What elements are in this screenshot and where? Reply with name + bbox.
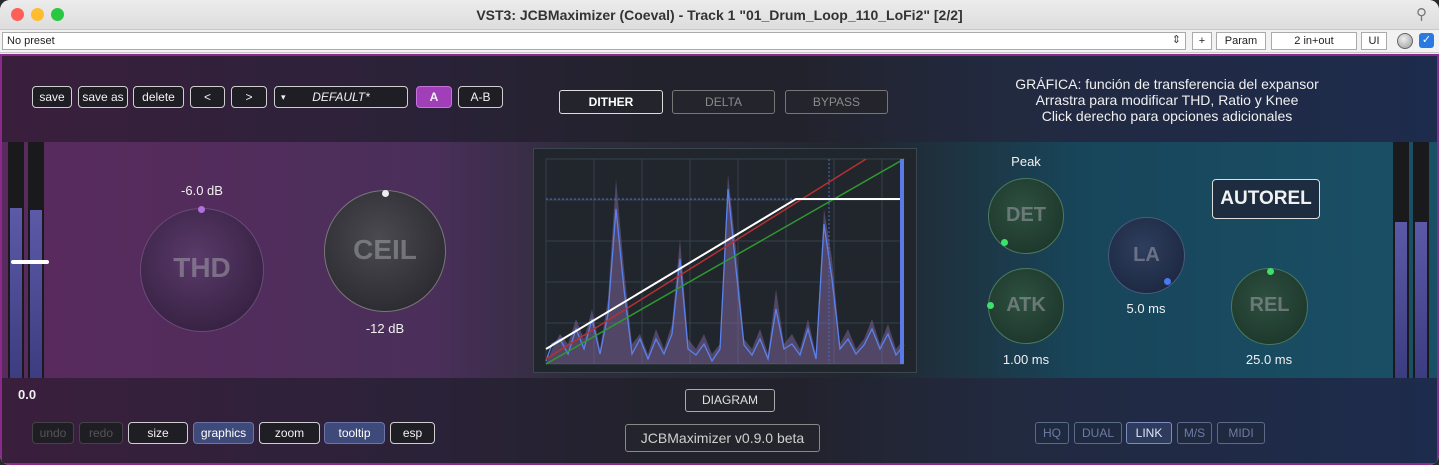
thd-label: THD xyxy=(173,252,231,283)
ceil-value: -12 dB xyxy=(365,321,405,336)
graphics-button[interactable]: graphics xyxy=(193,422,254,444)
updown-arrows-icon: ⇕ xyxy=(1171,34,1181,46)
atk-label: ATK xyxy=(1006,294,1046,316)
redo-button[interactable]: redo xyxy=(79,422,123,444)
prev-preset-button[interactable]: < xyxy=(190,86,225,108)
preset-name: DEFAULT* xyxy=(312,90,370,104)
ms-button[interactable]: M/S xyxy=(1177,422,1212,444)
title-bar: VST3: JCBMaximizer (Coeval) - Track 1 "0… xyxy=(0,0,1439,30)
hq-button[interactable]: HQ xyxy=(1035,422,1069,444)
delta-button[interactable]: DELTA xyxy=(672,90,775,114)
det-caption: Peak xyxy=(1011,154,1041,169)
preset-dropdown[interactable]: ▾ DEFAULT* xyxy=(274,86,408,108)
a-slot-button[interactable]: A xyxy=(416,86,452,108)
io-button[interactable]: 2 in+out xyxy=(1271,32,1357,50)
transfer-graph[interactable] xyxy=(533,148,917,373)
la-label: LA xyxy=(1133,244,1160,266)
graph-hint: GRÁFICA: función de transferencia del ex… xyxy=(942,76,1392,124)
det-indicator xyxy=(1001,239,1008,246)
plugin-panel: save save as delete < > ▾ DEFAULT* A A-B… xyxy=(0,54,1439,465)
version-label: JCBMaximizer v0.9.0 beta xyxy=(625,424,820,452)
ui-button[interactable]: UI xyxy=(1361,32,1387,50)
rel-value: 25.0 ms xyxy=(1245,352,1293,367)
size-button[interactable]: size xyxy=(128,422,188,444)
esp-button[interactable]: esp xyxy=(390,422,435,444)
window-title: VST3: JCBMaximizer (Coeval) - Track 1 "0… xyxy=(476,7,963,23)
param-button[interactable]: Param xyxy=(1216,32,1266,50)
rel-label: REL xyxy=(1249,294,1290,316)
link-button[interactable]: LINK xyxy=(1126,422,1172,444)
pin-icon[interactable]: ⚲ xyxy=(1416,5,1427,23)
tooltip-button[interactable]: tooltip xyxy=(324,422,385,444)
save-button[interactable]: save xyxy=(32,86,72,108)
dual-button[interactable]: DUAL xyxy=(1074,422,1122,444)
ab-compare-button[interactable]: A-B xyxy=(458,86,503,108)
atk-value: 1.00 ms xyxy=(1002,352,1050,367)
thd-indicator xyxy=(198,206,205,213)
ceil-indicator xyxy=(382,190,389,197)
output-meter-left xyxy=(1393,142,1409,378)
hint-line-1: GRÁFICA: función de transferencia del ex… xyxy=(1015,76,1319,92)
bypass-button[interactable]: BYPASS xyxy=(785,90,888,114)
undo-button[interactable]: undo xyxy=(32,422,74,444)
zoom-button[interactable]: zoom xyxy=(259,422,320,444)
hint-line-2: Arrastra para modificar THD, Ratio y Kne… xyxy=(1035,92,1299,108)
preset-select-value: No preset xyxy=(7,35,55,47)
rel-indicator xyxy=(1267,268,1274,275)
power-knob-icon[interactable] xyxy=(1397,33,1413,49)
dropdown-arrow-icon: ▾ xyxy=(281,92,286,102)
dither-button[interactable]: DITHER xyxy=(559,90,663,114)
plugin-window: VST3: JCBMaximizer (Coeval) - Track 1 "0… xyxy=(0,0,1439,465)
ceil-label: CEIL xyxy=(353,234,417,265)
transfer-graph-svg xyxy=(545,158,905,365)
la-indicator xyxy=(1164,278,1171,285)
diagram-button[interactable]: DIAGRAM xyxy=(685,389,775,412)
preset-select[interactable]: No preset ⇕ xyxy=(2,32,1186,50)
autorel-button[interactable]: AUTOREL xyxy=(1212,179,1320,219)
host-toolbar: No preset ⇕ + Param 2 in+out UI xyxy=(0,30,1439,53)
graph-output-meter xyxy=(900,159,904,364)
det-label: DET xyxy=(1006,204,1046,226)
thd-value: -6.0 dB xyxy=(181,183,223,198)
control-band: -6.0 dB THD CEIL -12 dB Peak DET ATK 1.0… xyxy=(2,142,1437,378)
threshold-fader-handle[interactable] xyxy=(11,260,49,264)
save-as-button[interactable]: save as xyxy=(78,86,128,108)
output-meter-right xyxy=(1413,142,1429,378)
delete-button[interactable]: delete xyxy=(133,86,184,108)
meter-readout: 0.0 xyxy=(18,387,37,402)
hint-line-3: Click derecho para opciones adicionales xyxy=(1041,108,1293,124)
next-preset-button[interactable]: > xyxy=(231,86,267,108)
input-spectrum-area xyxy=(546,174,904,364)
enable-checkbox[interactable]: ✓ xyxy=(1419,33,1434,48)
la-value: 5.0 ms xyxy=(1126,301,1166,316)
midi-button[interactable]: MIDI xyxy=(1217,422,1265,444)
add-preset-button[interactable]: + xyxy=(1192,32,1212,50)
